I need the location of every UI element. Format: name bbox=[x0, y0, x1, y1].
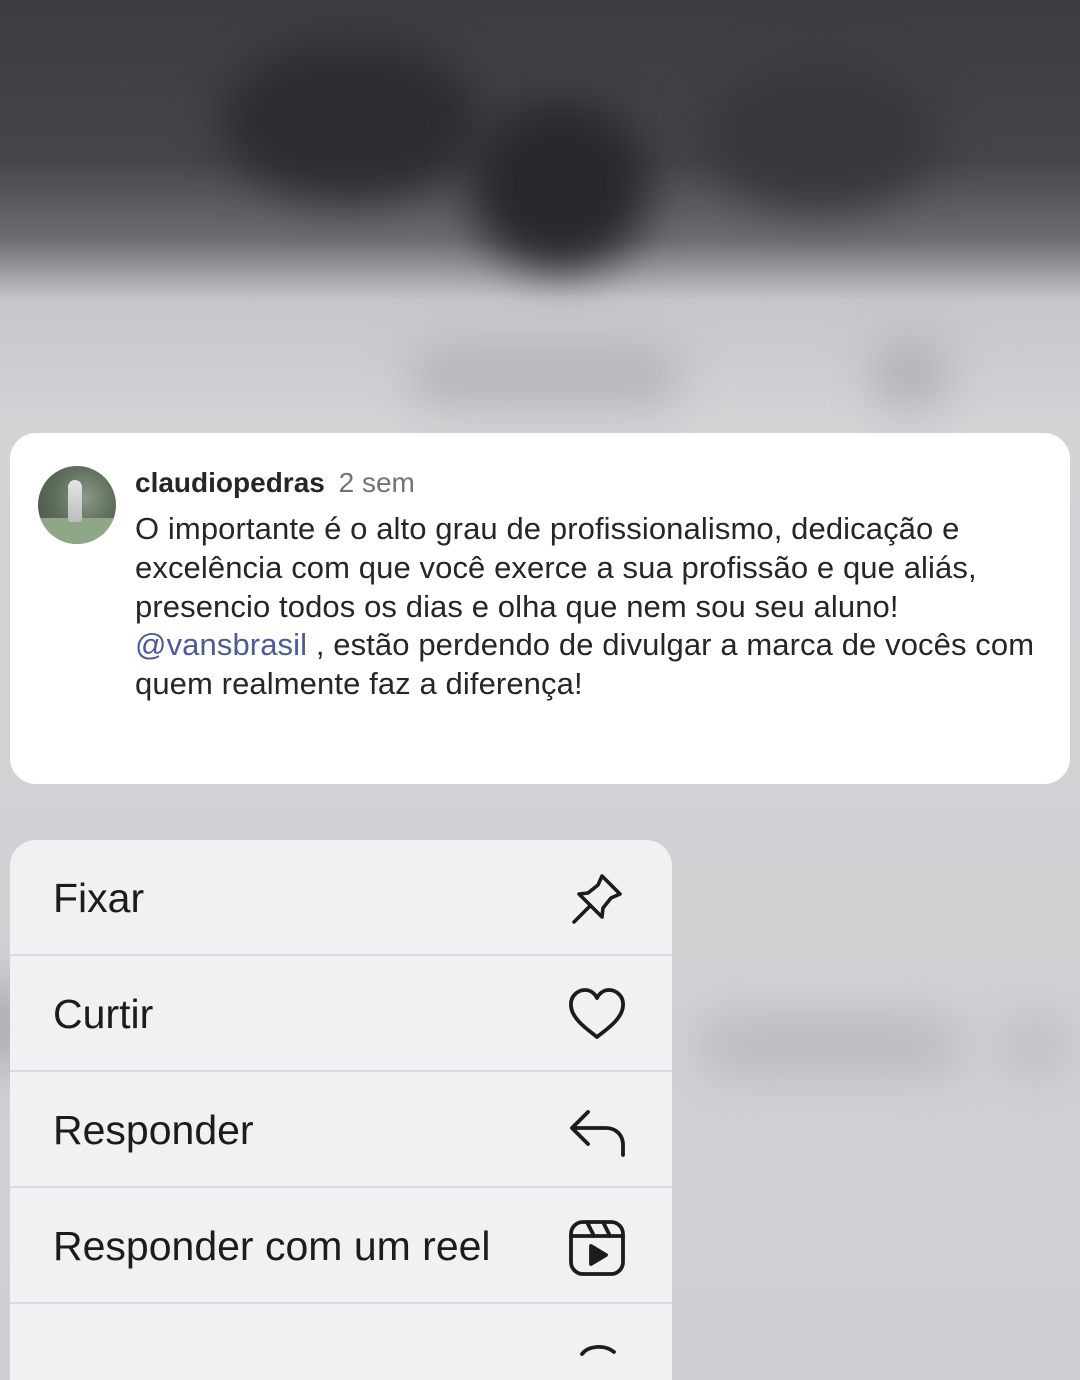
menu-item-label: Responder bbox=[53, 1107, 254, 1153]
blurred-shape bbox=[1000, 1010, 1070, 1080]
menu-item-pin[interactable]: Fixar bbox=[10, 840, 672, 956]
menu-item-label: Curtir bbox=[53, 991, 154, 1037]
partially-visible-icon bbox=[566, 1332, 628, 1380]
comment-text-part: O importante é o alto grau de profission… bbox=[135, 511, 977, 624]
comment-header: claudiopedras 2 sem bbox=[135, 465, 415, 501]
blurred-shape bbox=[220, 40, 480, 200]
comment-username[interactable]: claudiopedras bbox=[135, 467, 325, 498]
menu-item-like[interactable]: Curtir bbox=[10, 956, 672, 1072]
avatar[interactable] bbox=[38, 466, 116, 544]
menu-item-label: Responder com um reel bbox=[53, 1223, 491, 1269]
menu-item-reply-with-reel[interactable]: Responder com um reel bbox=[10, 1188, 672, 1304]
comment-timestamp: 2 sem bbox=[338, 467, 415, 498]
pin-icon bbox=[566, 868, 628, 930]
blurred-shape bbox=[700, 60, 940, 210]
menu-item-reply[interactable]: Responder bbox=[10, 1072, 672, 1188]
menu-item-partial[interactable] bbox=[10, 1304, 672, 1380]
blurred-shape bbox=[470, 100, 650, 270]
reels-icon bbox=[566, 1216, 628, 1278]
mention-link[interactable]: @vansbrasil bbox=[135, 627, 307, 662]
blurred-shape bbox=[870, 335, 950, 410]
reply-arrow-icon bbox=[566, 1100, 628, 1162]
blurred-shape bbox=[700, 1015, 960, 1075]
blurred-shape bbox=[410, 345, 680, 405]
heart-icon bbox=[566, 984, 628, 1046]
menu-item-label: Fixar bbox=[53, 875, 145, 921]
context-menu: Fixar Curtir Responder Responder com um … bbox=[10, 840, 672, 1380]
comment-text: O importante é o alto grau de profission… bbox=[135, 510, 1035, 704]
avatar-person bbox=[68, 480, 82, 522]
